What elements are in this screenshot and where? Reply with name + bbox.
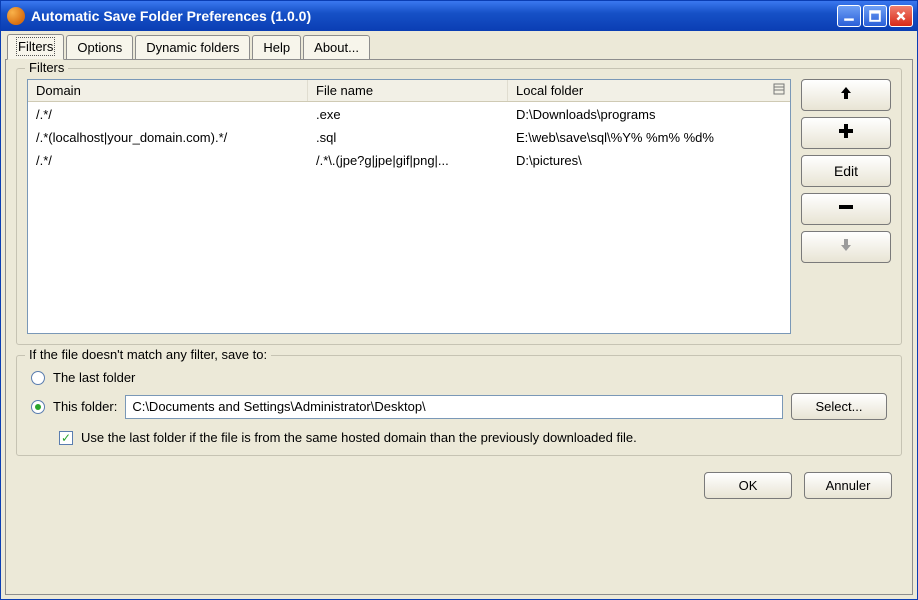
radio-this-folder[interactable] <box>31 400 45 414</box>
radio-this-folder-label: This folder: <box>53 399 117 414</box>
tabpanel-filters: Filters Domain File name Local folder <box>5 59 913 595</box>
cell-localfolder: D:\Downloads\programs <box>508 103 790 126</box>
move-up-button[interactable] <box>801 79 891 111</box>
tab-filters[interactable]: Filters <box>7 34 64 60</box>
minus-icon <box>838 199 854 220</box>
cell-domain: /.*/ <box>28 149 308 172</box>
fallback-group: If the file doesn't match any filter, sa… <box>16 355 902 456</box>
radio-last-folder[interactable] <box>31 371 45 385</box>
tabstrip: Filters Options Dynamic folders Help Abo… <box>5 33 913 59</box>
window-title: Automatic Save Folder Preferences (1.0.0… <box>31 8 837 24</box>
radio-last-folder-label: The last folder <box>53 370 135 385</box>
filters-group: Filters Domain File name Local folder <box>16 68 902 345</box>
edit-button[interactable]: Edit <box>801 155 891 187</box>
radio-last-folder-row[interactable]: The last folder <box>27 366 891 389</box>
add-button[interactable] <box>801 117 891 149</box>
tab-help[interactable]: Help <box>252 35 301 59</box>
listview-body: /.*/ .exe D:\Downloads\programs /.*(loca… <box>28 102 790 333</box>
fallback-legend: If the file doesn't match any filter, sa… <box>25 347 271 362</box>
use-last-folder-row[interactable]: ✓ Use the last folder if the file is fro… <box>27 424 891 445</box>
use-last-folder-label: Use the last folder if the file is from … <box>81 430 637 445</box>
dialog-footer: OK Annuler <box>16 466 902 507</box>
move-down-button[interactable] <box>801 231 891 263</box>
app-icon <box>7 7 25 25</box>
column-localfolder[interactable]: Local folder <box>508 80 768 101</box>
use-last-folder-checkbox[interactable]: ✓ <box>59 431 73 445</box>
cell-domain: /.*(localhost|your_domain.com).*/ <box>28 126 308 149</box>
titlebar[interactable]: Automatic Save Folder Preferences (1.0.0… <box>1 1 917 31</box>
cell-domain: /.*/ <box>28 103 308 126</box>
close-button[interactable] <box>889 5 913 27</box>
ok-button[interactable]: OK <box>704 472 792 499</box>
plus-icon <box>838 123 854 144</box>
listview-header[interactable]: Domain File name Local folder <box>28 80 790 102</box>
tab-dynamic-folders[interactable]: Dynamic folders <box>135 35 250 59</box>
remove-button[interactable] <box>801 193 891 225</box>
table-row[interactable]: /.*/ .exe D:\Downloads\programs <box>28 102 790 126</box>
cell-filename: .sql <box>308 126 508 149</box>
cell-localfolder: D:\pictures\ <box>508 149 790 172</box>
preferences-window: Automatic Save Folder Preferences (1.0.0… <box>0 0 918 600</box>
filters-legend: Filters <box>25 60 68 75</box>
select-folder-button[interactable]: Select... <box>791 393 887 420</box>
maximize-button[interactable] <box>863 5 887 27</box>
tab-options[interactable]: Options <box>66 35 133 59</box>
column-domain[interactable]: Domain <box>28 80 308 101</box>
arrow-up-icon <box>838 85 854 106</box>
cell-filename: .exe <box>308 103 508 126</box>
table-row[interactable]: /.*(localhost|your_domain.com).*/ .sql E… <box>28 126 790 149</box>
filters-layout: Domain File name Local folder /.*/ .exe <box>27 79 891 334</box>
arrow-down-icon <box>838 237 854 258</box>
minimize-button[interactable] <box>837 5 861 27</box>
cell-localfolder: E:\web\save\sql\%Y% %m% %d% <box>508 126 790 149</box>
filter-side-buttons: Edit <box>801 79 891 334</box>
radio-this-folder-row[interactable]: This folder: Select... <box>27 389 891 424</box>
filters-listview[interactable]: Domain File name Local folder /.*/ .exe <box>27 79 791 334</box>
window-controls <box>837 5 913 27</box>
cell-filename: /.*\.(jpe?g|jpe|gif|png|... <box>308 149 508 172</box>
folder-path-input[interactable] <box>125 395 783 419</box>
table-row[interactable]: /.*/ /.*\.(jpe?g|jpe|gif|png|... D:\pict… <box>28 149 790 172</box>
column-filename[interactable]: File name <box>308 80 508 101</box>
cancel-button[interactable]: Annuler <box>804 472 892 499</box>
column-picker-icon[interactable] <box>768 80 790 101</box>
tab-about[interactable]: About... <box>303 35 370 59</box>
client-area: Filters Options Dynamic folders Help Abo… <box>1 31 917 599</box>
